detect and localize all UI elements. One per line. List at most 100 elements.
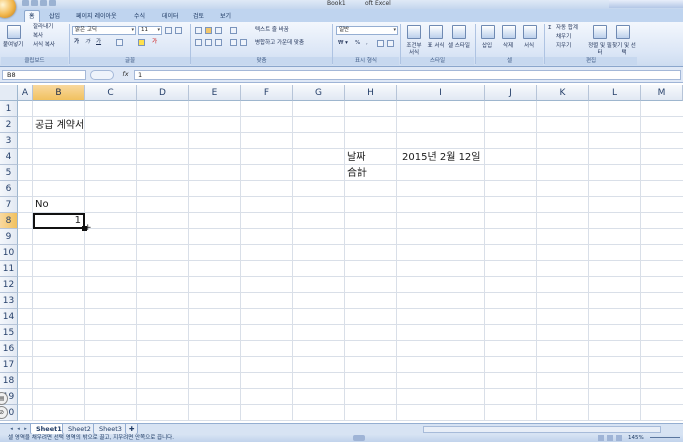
name-box[interactable]: B8 bbox=[2, 70, 86, 80]
macro-record-icon[interactable] bbox=[353, 435, 365, 441]
comma-icon[interactable]: , bbox=[366, 40, 368, 47]
align-middle-icon[interactable] bbox=[205, 27, 212, 34]
percent-icon[interactable]: % bbox=[355, 40, 360, 47]
worksheet-grid[interactable]: ABCDEFGHIJKLM 1 2 3 4 5 6 7 8 9 10 11 12 13 14 15 16 17 1… bbox=[0, 85, 683, 421]
row-header-4[interactable]: 4 bbox=[0, 149, 18, 165]
cut-button[interactable]: 잘라내기 bbox=[33, 24, 53, 31]
align-right-icon[interactable] bbox=[215, 39, 222, 46]
formula-zoom-control[interactable] bbox=[90, 70, 114, 80]
row-header-6[interactable]: 6 bbox=[0, 181, 18, 197]
borders-icon[interactable] bbox=[116, 39, 123, 46]
tab-insert[interactable]: 삽입 bbox=[45, 11, 64, 22]
redo-icon[interactable] bbox=[40, 0, 47, 6]
row-header-7[interactable]: 7 bbox=[0, 197, 18, 213]
normal-view-icon[interactable] bbox=[598, 435, 604, 441]
conditional-formatting-button[interactable]: 조건부 서식 bbox=[404, 43, 424, 57]
column-header-b[interactable]: B bbox=[33, 85, 85, 101]
horizontal-scrollbar[interactable] bbox=[423, 426, 661, 433]
shrink-font-icon[interactable] bbox=[175, 27, 182, 34]
column-header-f[interactable]: F bbox=[241, 85, 293, 101]
conditional-formatting-icon[interactable] bbox=[407, 25, 421, 39]
column-header-l[interactable]: L bbox=[589, 85, 641, 101]
cell-styles-button[interactable]: 셀 스타일 bbox=[448, 43, 470, 50]
column-header-d[interactable]: D bbox=[137, 85, 189, 101]
find-select-icon[interactable] bbox=[616, 25, 630, 39]
column-header-g[interactable]: G bbox=[293, 85, 345, 101]
bold-icon[interactable]: 가 bbox=[74, 39, 79, 46]
cell-styles-icon[interactable] bbox=[452, 25, 466, 39]
format-button[interactable]: 서식 bbox=[524, 43, 534, 50]
format-as-table-icon[interactable] bbox=[429, 25, 443, 39]
tab-page-layout[interactable]: 페이지 레이아웃 bbox=[72, 11, 121, 22]
column-header-i[interactable]: I bbox=[397, 85, 485, 101]
align-top-icon[interactable] bbox=[195, 27, 202, 34]
cell-b2[interactable]: 공급 계약서 bbox=[35, 118, 84, 134]
insert-function-button[interactable]: fx bbox=[119, 70, 132, 80]
column-header-h[interactable]: H bbox=[345, 85, 397, 101]
page-layout-view-icon[interactable] bbox=[607, 435, 613, 441]
page-break-view-icon[interactable] bbox=[616, 435, 622, 441]
zoom-level[interactable]: 145% bbox=[628, 434, 644, 442]
row-header-5[interactable]: 5 bbox=[0, 165, 18, 181]
row-header-13[interactable]: 13 bbox=[0, 293, 18, 309]
column-header-a[interactable]: A bbox=[18, 85, 33, 101]
copy-button[interactable]: 복사 bbox=[33, 33, 43, 40]
clear-button[interactable]: 지우기 bbox=[556, 43, 571, 50]
row-header-9[interactable]: 9 bbox=[0, 229, 18, 245]
row-header-3[interactable]: 3 bbox=[0, 133, 18, 149]
row-header-17[interactable]: 17 bbox=[0, 357, 18, 373]
column-header-m[interactable]: M bbox=[641, 85, 683, 101]
italic-icon[interactable]: 가 bbox=[85, 39, 90, 46]
tab-review[interactable]: 검토 bbox=[189, 11, 208, 22]
increase-decimal-icon[interactable] bbox=[377, 40, 384, 47]
active-cell-b8[interactable]: 1 bbox=[33, 213, 85, 229]
next-sheet-icon[interactable]: ▸ bbox=[22, 425, 29, 433]
format-cells-icon[interactable] bbox=[523, 25, 537, 39]
insert-button[interactable]: 삽입 bbox=[482, 43, 492, 50]
currency-icon[interactable]: ₩ ▾ bbox=[338, 40, 348, 47]
row-header-15[interactable]: 15 bbox=[0, 325, 18, 341]
select-all-button[interactable] bbox=[0, 85, 18, 101]
formula-input[interactable]: 1 bbox=[134, 70, 681, 80]
font-name-select[interactable]: 맑은 고딕 ▾ bbox=[72, 26, 136, 35]
column-header-e[interactable]: E bbox=[189, 85, 241, 101]
row-header-1[interactable]: 1 bbox=[0, 101, 18, 117]
number-format-select[interactable]: 일반 ▾ bbox=[336, 26, 398, 35]
column-header-k[interactable]: K bbox=[537, 85, 589, 101]
tab-view[interactable]: 보기 bbox=[216, 11, 235, 22]
cell-h4[interactable]: 날짜 bbox=[347, 150, 365, 166]
row-header-16[interactable]: 16 bbox=[0, 341, 18, 357]
format-painter-button[interactable]: 서식 복사 bbox=[33, 42, 55, 49]
first-sheet-icon[interactable]: ◂ bbox=[8, 425, 15, 433]
wrap-text-button[interactable]: 텍스트 줄 바꿈 bbox=[255, 27, 289, 34]
column-header-j[interactable]: J bbox=[485, 85, 537, 101]
align-left-icon[interactable] bbox=[195, 39, 202, 46]
row-header-10[interactable]: 10 bbox=[0, 245, 18, 261]
insert-cells-icon[interactable] bbox=[481, 25, 495, 39]
align-center-icon[interactable] bbox=[205, 39, 212, 46]
paste-icon[interactable] bbox=[7, 25, 21, 39]
row-header-2[interactable]: 2 bbox=[0, 117, 18, 133]
font-color-icon[interactable]: 가 bbox=[152, 39, 157, 46]
sort-filter-button[interactable]: 정렬 및 필터 bbox=[588, 43, 612, 57]
format-as-table-button[interactable]: 표 서식 bbox=[427, 43, 445, 50]
find-select-button[interactable]: 찾기 및 선택 bbox=[612, 43, 636, 57]
paste-button[interactable]: 붙여넣기 bbox=[3, 42, 23, 49]
grow-font-icon[interactable] bbox=[165, 27, 172, 34]
fill-color-icon[interactable] bbox=[138, 39, 145, 46]
customize-qat-icon[interactable] bbox=[49, 0, 56, 6]
tab-data[interactable]: 데이터 bbox=[158, 11, 183, 22]
row-header-18[interactable]: 18 bbox=[0, 373, 18, 389]
decrease-decimal-icon[interactable] bbox=[387, 40, 394, 47]
row-header-14[interactable]: 14 bbox=[0, 309, 18, 325]
row-header-12[interactable]: 12 bbox=[0, 277, 18, 293]
orientation-icon[interactable] bbox=[230, 27, 237, 34]
tab-formulas[interactable]: 수식 bbox=[130, 11, 149, 22]
align-bottom-icon[interactable] bbox=[215, 27, 222, 34]
prev-sheet-icon[interactable]: ◂ bbox=[15, 425, 22, 433]
merge-center-button[interactable]: 병합하고 가운데 맞춤 bbox=[255, 40, 304, 47]
cell-i4[interactable]: 2015년 2월 12일 bbox=[402, 150, 481, 166]
delete-button[interactable]: 삭제 bbox=[503, 43, 513, 50]
fill-button[interactable]: 채우기 bbox=[556, 34, 571, 41]
delete-cells-icon[interactable] bbox=[502, 25, 516, 39]
